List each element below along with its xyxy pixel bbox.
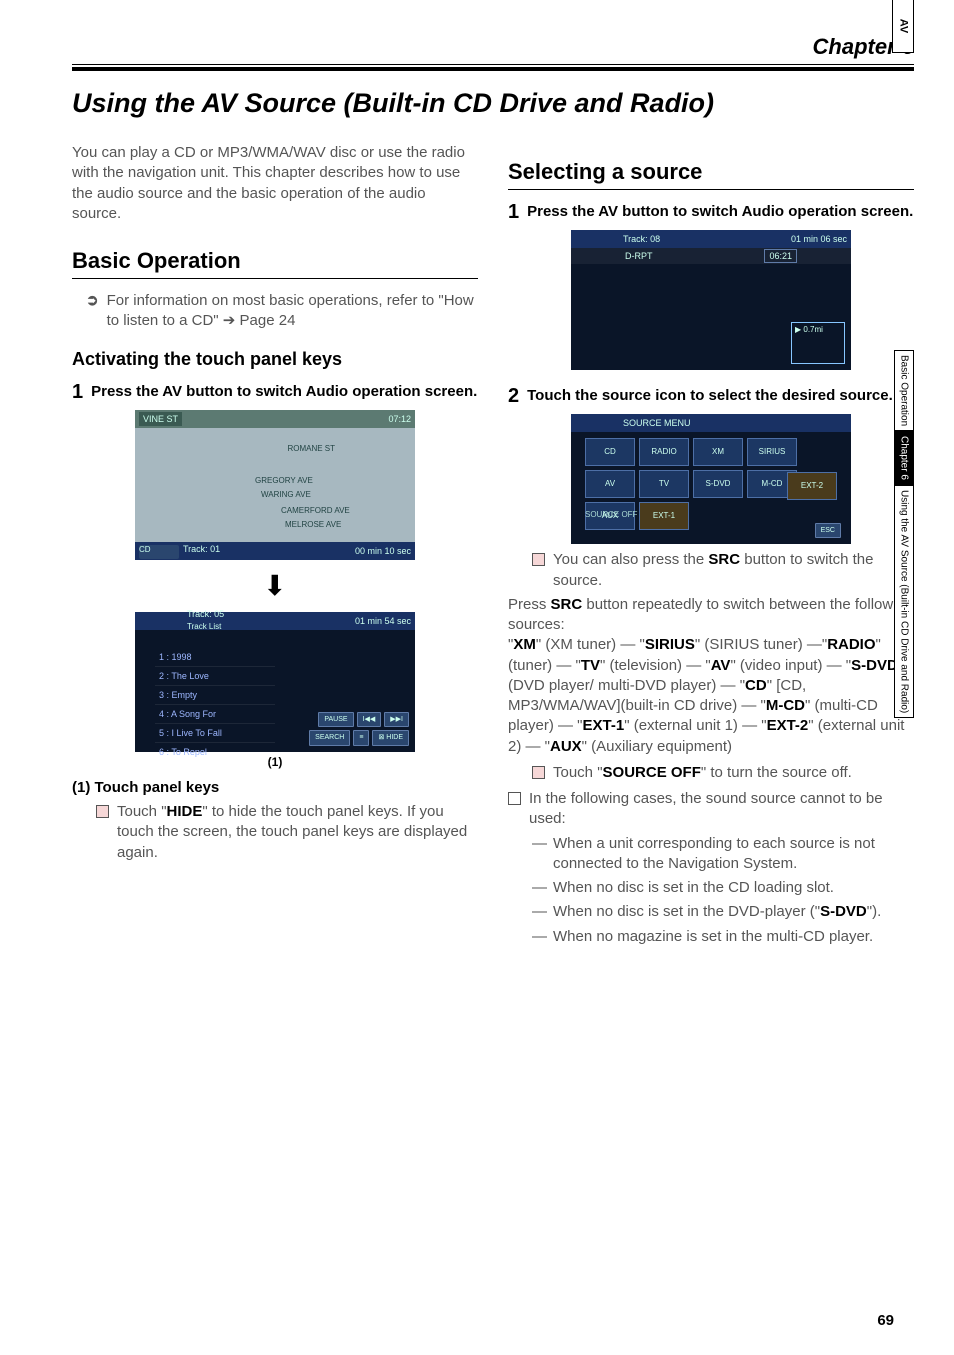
cannot-item: —When no disc is set in the CD loading s… xyxy=(532,878,914,898)
page-number: 69 xyxy=(877,1311,894,1331)
rule-heavy xyxy=(72,67,914,71)
h3-activating: Activating the touch panel keys xyxy=(72,347,478,371)
basic-op-bullet: ➲ For information on most basic operatio… xyxy=(86,291,478,332)
vine-st: VINE ST xyxy=(139,412,182,426)
top-tab-label: AV xyxy=(896,19,911,33)
h2-basic-operation: Basic Operation xyxy=(72,246,478,276)
step-text: Press the AV button to switch Audio oper… xyxy=(91,382,477,402)
hide-button[interactable]: ⊠ HIDE xyxy=(372,730,409,745)
h2-selecting-source: Selecting a source xyxy=(508,157,914,187)
h2-underline xyxy=(508,189,914,190)
esc-button[interactable]: ESC xyxy=(815,523,841,538)
search-button[interactable]: SEARCH xyxy=(309,730,350,745)
figure-source-menu: CD SOURCE MENU CD RADIO XM SIRIUS AV TV … xyxy=(571,414,851,544)
down-arrow-icon: ➡ xyxy=(256,571,294,599)
figure-tracklist-mock: CD Track: 05Track List 01 min 54 sec 1 :… xyxy=(135,612,415,752)
side-tab-basic-op: Basic Operation xyxy=(894,350,914,431)
right-column: Selecting a source 1 Press the AV button… xyxy=(508,143,914,951)
page-title: Using the AV Source (Built-in CD Drive a… xyxy=(72,85,914,121)
src-xm[interactable]: XM xyxy=(693,438,743,466)
source-chain: "XM" (XM tuner) — "SIRIUS" (SIRIUS tuner… xyxy=(508,635,914,757)
right-step-2: 2 Touch the source icon to select the de… xyxy=(508,386,914,406)
source-off-label[interactable]: SOURCE OFF xyxy=(585,510,637,521)
page: AV Chapter 6 Using the AV Source (Built-… xyxy=(0,0,954,1355)
step-num: 1 xyxy=(72,382,83,402)
src-av[interactable]: AV xyxy=(585,470,635,498)
src-radio[interactable]: RADIO xyxy=(639,438,689,466)
src-tv[interactable]: TV xyxy=(639,470,689,498)
track-list: 1 : 1998 2 : The Love 3 : Empty 4 : A So… xyxy=(155,648,275,763)
step-num: 1 xyxy=(508,202,519,222)
left-column: You can play a CD or MP3/WMA/WAV disc or… xyxy=(72,143,478,951)
figure-map-mock: VINE ST 07:12 ROMANE ST GREGORY AVE WARI… xyxy=(135,410,415,560)
src-cd[interactable]: CD xyxy=(585,438,635,466)
cannot-item: —When no magazine is set in the multi-CD… xyxy=(532,927,914,947)
step-num: 2 xyxy=(508,386,519,406)
touch-panel-keys-head: (1) Touch panel keys xyxy=(72,778,478,798)
src-ext1[interactable]: EXT-1 xyxy=(639,502,689,530)
list-button[interactable]: ≡ xyxy=(353,730,369,745)
list-item: 2 : The Love xyxy=(155,667,275,686)
list-item: 4 : A Song For xyxy=(155,705,275,724)
side-tabs: Basic Operation Chapter 6 Using the AV S… xyxy=(894,350,914,718)
side-tab-title: Using the AV Source (Built-in CD Drive a… xyxy=(894,485,914,718)
source-off-bullet: Touch "SOURCE OFF" to turn the source of… xyxy=(532,763,914,783)
cannot-use-bullet: In the following cases, the sound source… xyxy=(508,789,914,830)
figure-cd-playback-mock: CD Track: 0801 min 06 sec D-RPT06:21 ▶ 0… xyxy=(571,230,851,370)
bullet-icon: ➲ xyxy=(86,291,99,332)
touch-panel-bullet: Touch "HIDE" to hide the touch panel key… xyxy=(96,802,478,863)
pause-button[interactable]: PAUSE xyxy=(318,712,353,727)
top-tab: AV xyxy=(892,0,914,53)
left-step-1: 1 Press the AV button to switch Audio op… xyxy=(72,382,478,402)
list-item: 5 : I Live To Fall xyxy=(155,724,275,743)
touch-panel-text: Touch "HIDE" to hide the touch panel key… xyxy=(117,802,478,863)
src-repeat-para: Press SRC button repeatedly to switch be… xyxy=(508,595,914,636)
prev-button[interactable]: I◀◀ xyxy=(357,712,382,727)
src-button-bullet: You can also press the SRC button to swi… xyxy=(532,550,914,591)
figure-tracklist: CD Track: 05Track List 01 min 54 sec 1 :… xyxy=(135,612,415,770)
src-ext2[interactable]: EXT-2 xyxy=(787,472,837,500)
side-tab-chapter: Chapter 6 xyxy=(894,431,914,485)
next-button[interactable]: ▶▶I xyxy=(384,712,409,727)
figure-map: VINE ST 07:12 ROMANE ST GREGORY AVE WARI… xyxy=(135,410,415,560)
src-sirius[interactable]: SIRIUS xyxy=(747,438,797,466)
rule-thin xyxy=(72,64,914,65)
h2-underline xyxy=(72,278,478,279)
square-icon xyxy=(96,805,109,818)
square-icon xyxy=(532,766,545,779)
list-item: 1 : 1998 xyxy=(155,648,275,667)
step-text: Press the AV button to switch Audio oper… xyxy=(527,202,913,222)
bullet-text: For information on most basic operations… xyxy=(107,291,478,332)
right-step-1: 1 Press the AV button to switch Audio op… xyxy=(508,202,914,222)
square-icon xyxy=(532,553,545,566)
chapter-label: Chapter 6 xyxy=(72,32,914,62)
intro-text: You can play a CD or MP3/WMA/WAV disc or… xyxy=(72,143,478,224)
hollow-square-icon xyxy=(508,792,521,805)
cannot-item: —When no disc is set in the DVD-player (… xyxy=(532,902,914,922)
cannot-item: —When a unit corresponding to each sourc… xyxy=(532,834,914,875)
src-sdvd[interactable]: S-DVD xyxy=(693,470,743,498)
list-item: 3 : Empty xyxy=(155,686,275,705)
mini-map: ▶ 0.7mi xyxy=(791,322,845,364)
figure-source-menu-mock: CD SOURCE MENU CD RADIO XM SIRIUS AV TV … xyxy=(571,414,851,544)
step-text: Touch the source icon to select the desi… xyxy=(527,386,893,406)
panel-buttons: PAUSE I◀◀ ▶▶I SEARCH ≡ ⊠ HIDE xyxy=(279,712,409,746)
figure-cd-playback: CD Track: 0801 min 06 sec D-RPT06:21 ▶ 0… xyxy=(571,230,851,370)
columns: You can play a CD or MP3/WMA/WAV disc or… xyxy=(72,143,914,951)
list-item: 6 : To Repel xyxy=(155,743,275,762)
